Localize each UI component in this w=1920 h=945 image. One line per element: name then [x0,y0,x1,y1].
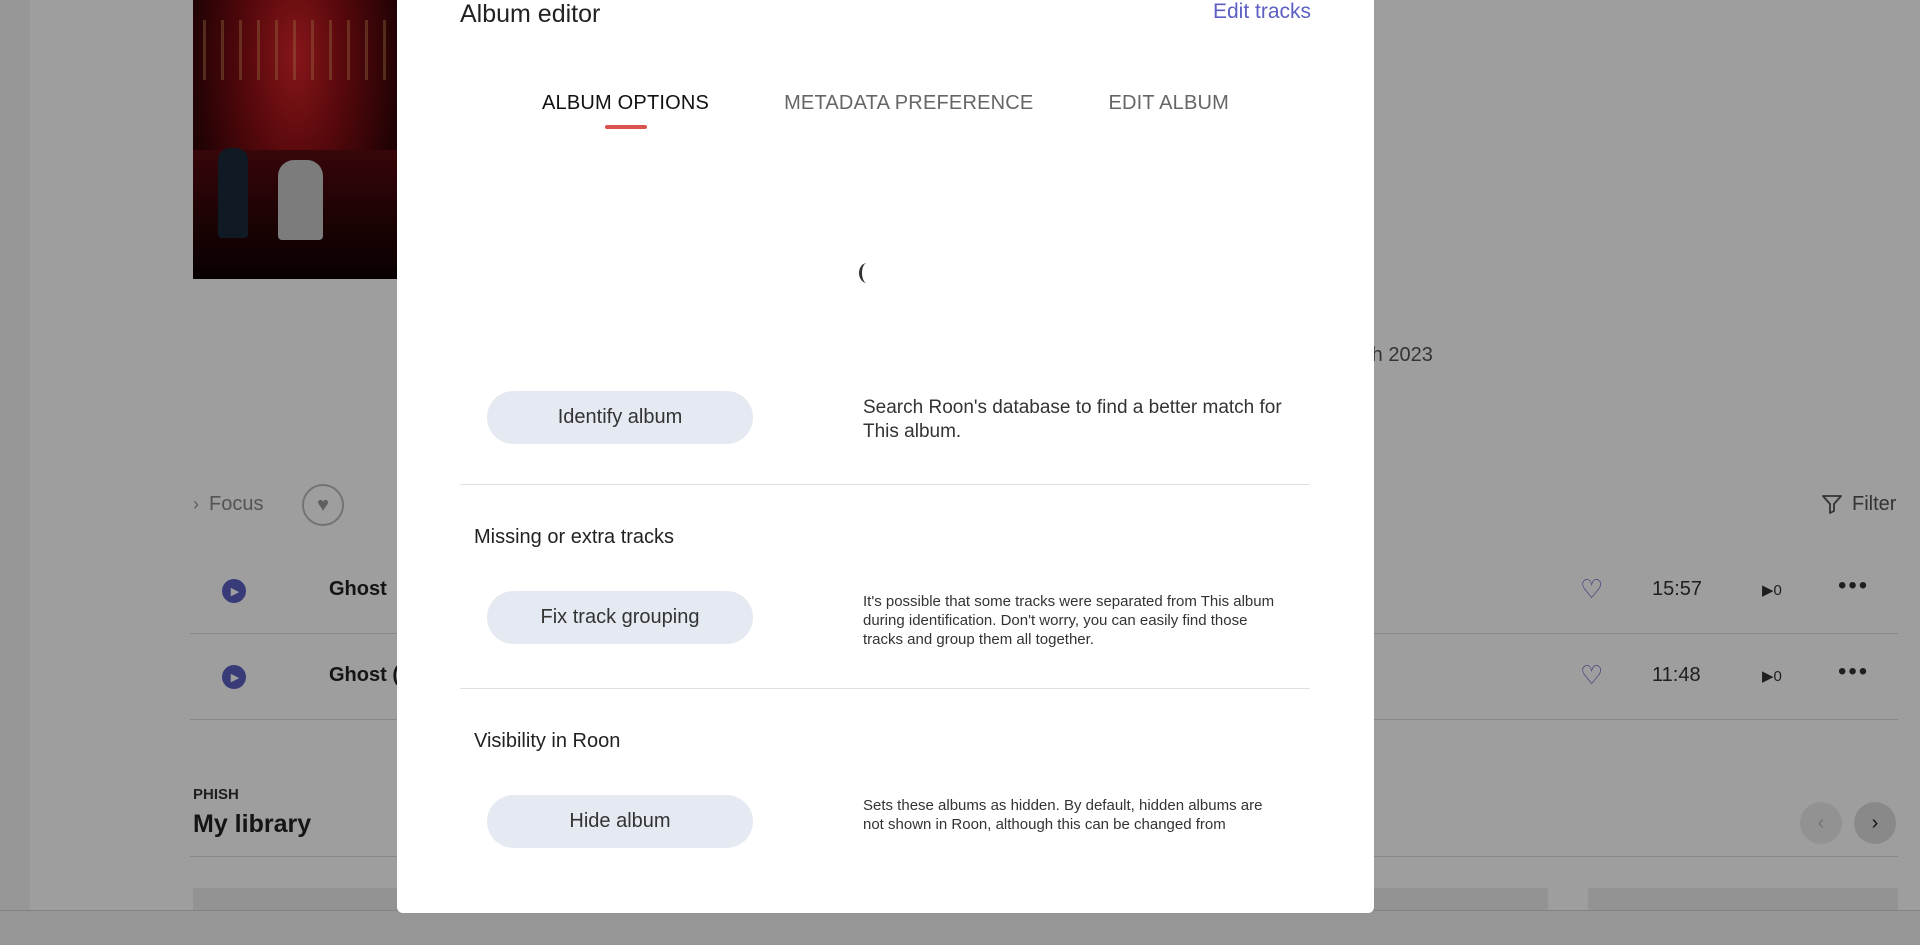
fix-track-grouping-button[interactable]: Fix track grouping [487,591,753,644]
loading-spinner [859,263,875,283]
dialog-title: Album editor [460,0,601,28]
tab-album-options[interactable]: ALBUM OPTIONS [542,92,709,129]
divider [460,484,1310,485]
grouping-description: It's possible that some tracks were sepa… [863,593,1275,648]
visibility-heading: Visibility in Roon [474,730,621,752]
missing-tracks-heading: Missing or extra tracks [474,526,675,548]
hide-album-button[interactable]: Hide album [487,795,753,848]
album-editor-dialog: Album editor Edit tracks ALBUM OPTIONS M… [397,0,1374,913]
tab-metadata-preference[interactable]: METADATA PREFERENCE [784,92,1033,129]
identify-description: Search Roon's database to find a better … [863,397,1282,442]
edit-tracks-link[interactable]: Edit tracks [1213,0,1311,24]
visibility-description: Sets these albums as hidden. By default,… [863,797,1263,837]
editor-tabs: ALBUM OPTIONS METADATA PREFERENCE EDIT A… [397,92,1374,129]
tab-edit-album[interactable]: EDIT ALBUM [1108,92,1229,129]
identify-album-button[interactable]: Identify album [487,391,753,444]
divider [460,688,1310,689]
